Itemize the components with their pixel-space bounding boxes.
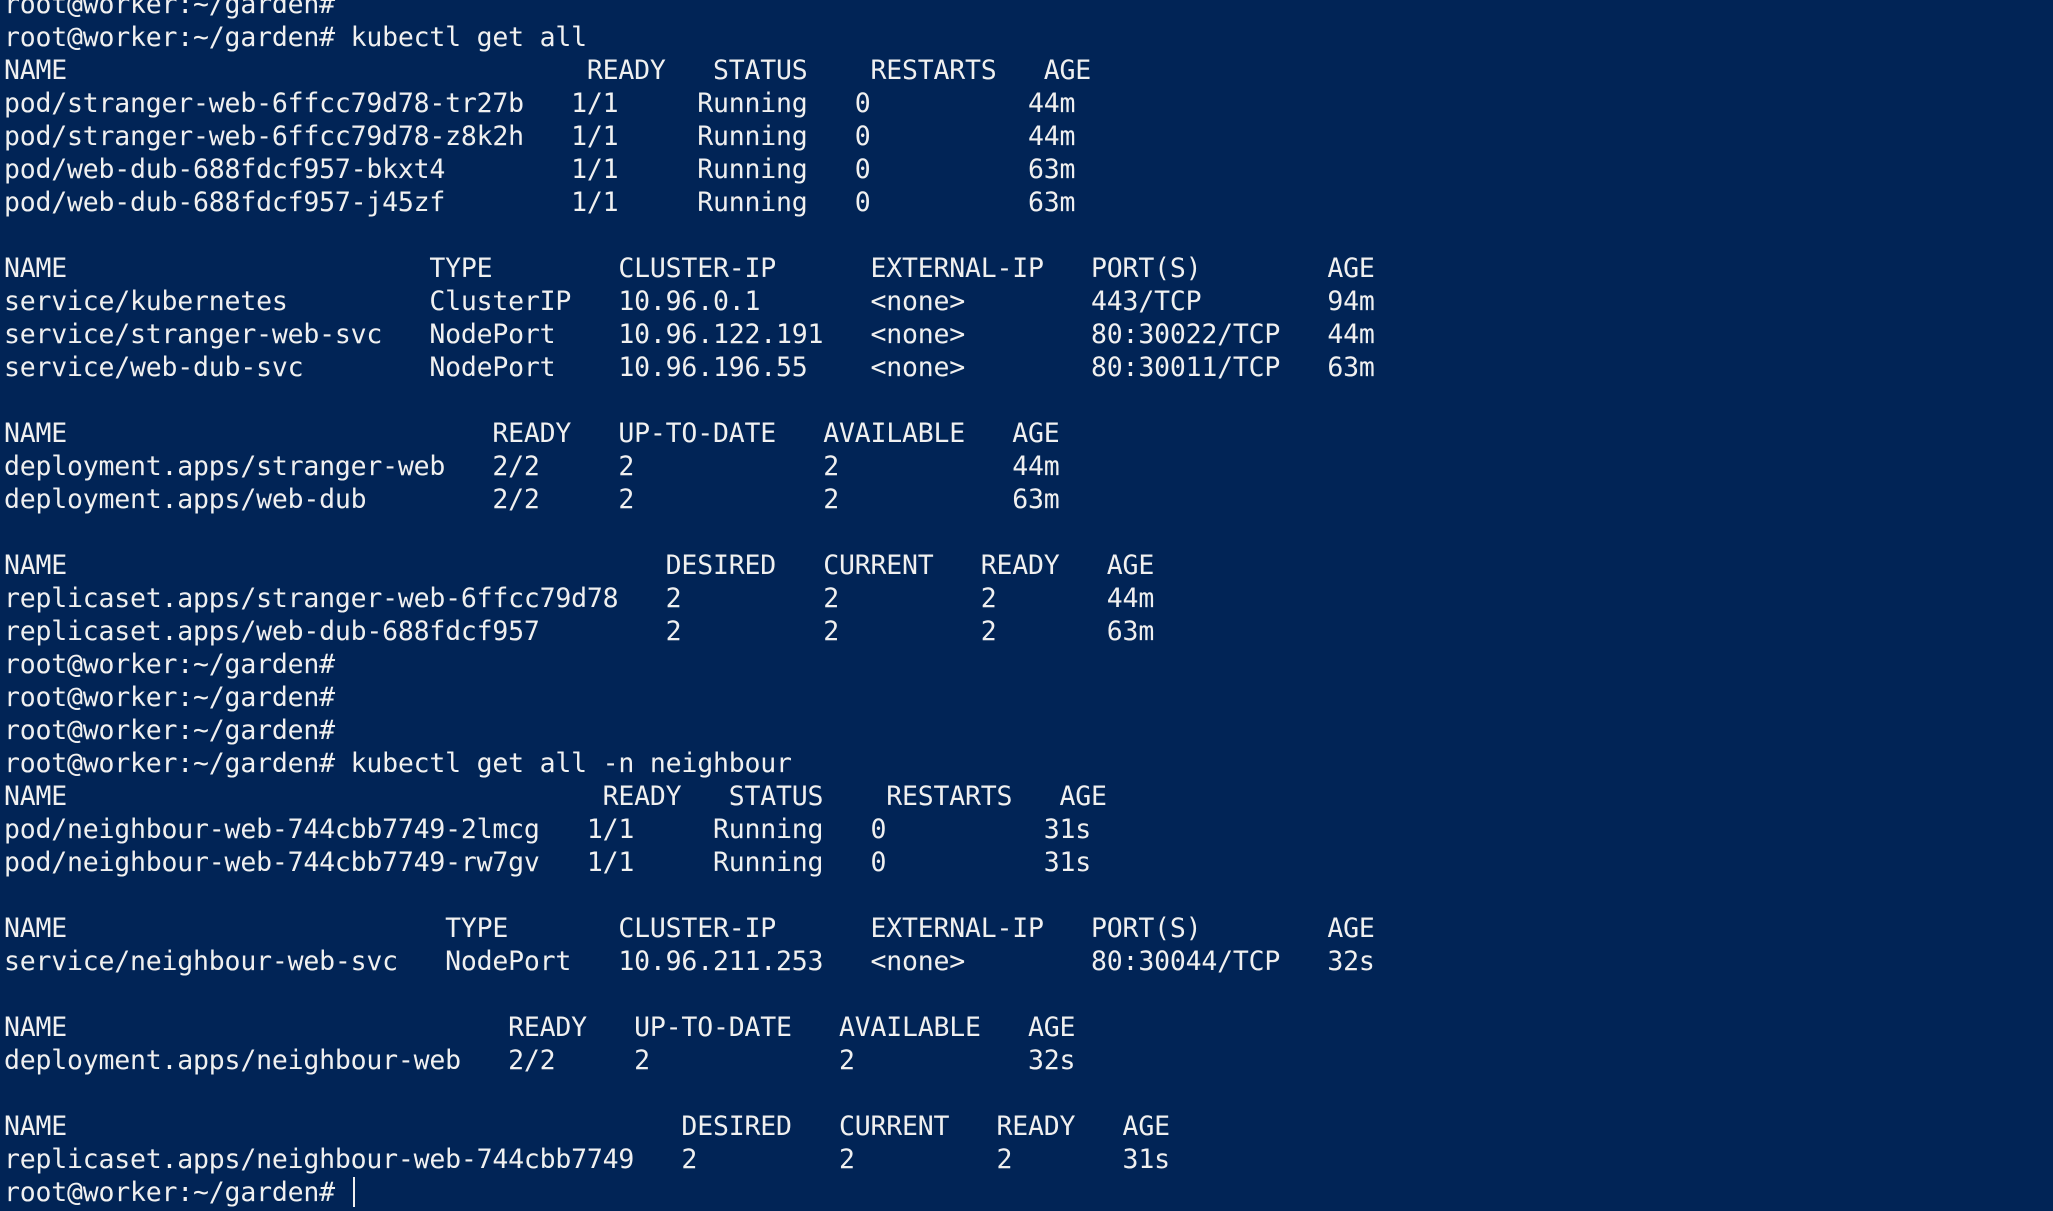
terminal-line: deployment.apps/neighbour-web 2/2 2 2 32… xyxy=(4,1045,1076,1076)
terminal-line: pod/stranger-web-6ffcc79d78-z8k2h 1/1 Ru… xyxy=(4,121,1076,152)
terminal-line: pod/neighbour-web-744cbb7749-2lmcg 1/1 R… xyxy=(4,814,1092,845)
terminal-line: NAME TYPE CLUSTER-IP EXTERNAL-IP PORT(S)… xyxy=(4,253,1375,284)
terminal-line: deployment.apps/web-dub 2/2 2 2 63m xyxy=(4,484,1060,515)
terminal-line: service/web-dub-svc NodePort 10.96.196.5… xyxy=(4,352,1375,383)
terminal-output: root@worker:~/garden# root@worker:~/gard… xyxy=(4,0,1375,1209)
terminal-line: NAME TYPE CLUSTER-IP EXTERNAL-IP PORT(S)… xyxy=(4,913,1375,944)
terminal-line: replicaset.apps/neighbour-web-744cbb7749… xyxy=(4,1144,1170,1175)
terminal-prompt-line[interactable]: root@worker:~/garden# xyxy=(4,1176,1375,1209)
text-cursor xyxy=(352,1177,355,1207)
terminal-line: root@worker:~/garden# xyxy=(4,0,335,20)
terminal-line: root@worker:~/garden# kubectl get all -n… xyxy=(4,748,792,779)
terminal-line: NAME READY UP-TO-DATE AVAILABLE AGE xyxy=(4,1012,1076,1043)
terminal-line: service/stranger-web-svc NodePort 10.96.… xyxy=(4,319,1375,350)
terminal-window[interactable]: root@worker:~/garden# root@worker:~/gard… xyxy=(0,0,2053,1211)
terminal-line: pod/web-dub-688fdcf957-j45zf 1/1 Running… xyxy=(4,187,1076,218)
terminal-line: root@worker:~/garden# xyxy=(4,682,335,713)
terminal-prompt: root@worker:~/garden# xyxy=(4,1177,351,1208)
terminal-line: deployment.apps/stranger-web 2/2 2 2 44m xyxy=(4,451,1060,482)
terminal-line: NAME DESIRED CURRENT READY AGE xyxy=(4,550,1155,581)
terminal-line: service/neighbour-web-svc NodePort 10.96… xyxy=(4,946,1375,977)
terminal-line: NAME READY STATUS RESTARTS AGE xyxy=(4,781,1107,812)
terminal-line: replicaset.apps/web-dub-688fdcf957 2 2 2… xyxy=(4,616,1155,647)
terminal-line: root@worker:~/garden# xyxy=(4,715,335,746)
terminal-line: root@worker:~/garden# kubectl get all xyxy=(4,22,587,53)
terminal-line: pod/web-dub-688fdcf957-bkxt4 1/1 Running… xyxy=(4,154,1076,185)
terminal-line: service/kubernetes ClusterIP 10.96.0.1 <… xyxy=(4,286,1375,317)
terminal-line: root@worker:~/garden# xyxy=(4,649,335,680)
terminal-line: NAME DESIRED CURRENT READY AGE xyxy=(4,1111,1170,1142)
terminal-line: replicaset.apps/stranger-web-6ffcc79d78 … xyxy=(4,583,1155,614)
terminal-line: NAME READY STATUS RESTARTS AGE xyxy=(4,55,1092,86)
terminal-line: NAME READY UP-TO-DATE AVAILABLE AGE xyxy=(4,418,1060,449)
terminal-line: pod/stranger-web-6ffcc79d78-tr27b 1/1 Ru… xyxy=(4,88,1076,119)
terminal-line: pod/neighbour-web-744cbb7749-rw7gv 1/1 R… xyxy=(4,847,1092,878)
